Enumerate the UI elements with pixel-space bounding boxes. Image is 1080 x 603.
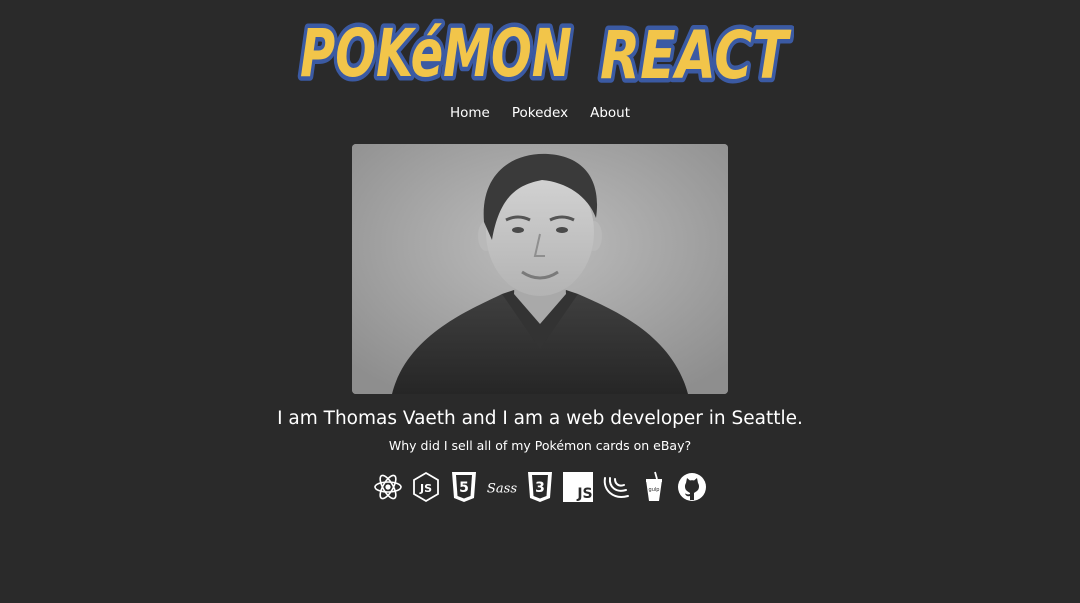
page: POKéMON POKéMON REACT REACT Home Pokedex… <box>0 0 1080 603</box>
tech-icons-row: JS 5 Sass 3 JS gulp <box>0 471 1080 503</box>
svg-text:gulp: gulp <box>649 487 660 493</box>
react-icon <box>373 471 403 503</box>
css3-icon: 3 <box>525 471 555 503</box>
github-icon[interactable] <box>677 471 707 503</box>
main-nav: Home Pokedex About <box>0 104 1080 122</box>
intro-headline: I am Thomas Vaeth and I am a web develop… <box>277 408 803 429</box>
profile-photo <box>352 144 728 394</box>
html5-icon: 5 <box>449 471 479 503</box>
sass-icon: Sass <box>487 471 517 503</box>
nav-pokedex[interactable]: Pokedex <box>512 104 568 122</box>
svg-text:3: 3 <box>535 480 545 496</box>
nav-about[interactable]: About <box>590 104 630 122</box>
svg-text:5: 5 <box>459 480 469 496</box>
svg-text:JS: JS <box>419 482 432 495</box>
svg-text:REACT: REACT <box>600 17 792 94</box>
intro-subline: Why did I sell all of my Pokémon cards o… <box>388 438 692 453</box>
nav-home[interactable]: Home <box>450 104 490 122</box>
nodejs-icon: JS <box>411 471 441 503</box>
jquery-icon <box>601 471 631 503</box>
svg-text:POKéMON: POKéMON <box>300 15 572 92</box>
svg-text:JS: JS <box>576 486 592 502</box>
pokemon-react-logo[interactable]: POKéMON POKéMON REACT REACT <box>294 11 797 104</box>
svg-text:Sass: Sass <box>487 482 517 497</box>
gulp-icon: gulp <box>639 471 669 503</box>
javascript-icon: JS <box>563 471 593 503</box>
